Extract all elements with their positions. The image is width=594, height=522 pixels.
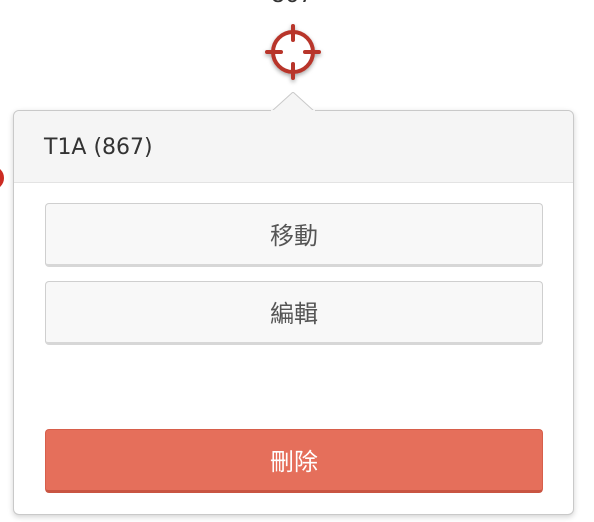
popover-arrow <box>270 92 316 112</box>
crosshair-icon <box>265 24 321 80</box>
map-stage: 867 T1A (867) 移 <box>0 0 594 522</box>
popover-header: T1A (867) <box>14 111 573 183</box>
move-button[interactable]: 移動 <box>45 203 543 267</box>
map-marker[interactable] <box>258 18 328 88</box>
marker-label: 867 <box>264 0 320 7</box>
edit-button[interactable]: 編輯 <box>45 281 543 345</box>
delete-button[interactable]: 刪除 <box>45 429 543 493</box>
marker-popover: T1A (867) 移動 編輯 刪除 <box>13 110 574 515</box>
popover-title: T1A (867) <box>44 135 153 160</box>
side-marker-icon[interactable] <box>0 160 10 196</box>
